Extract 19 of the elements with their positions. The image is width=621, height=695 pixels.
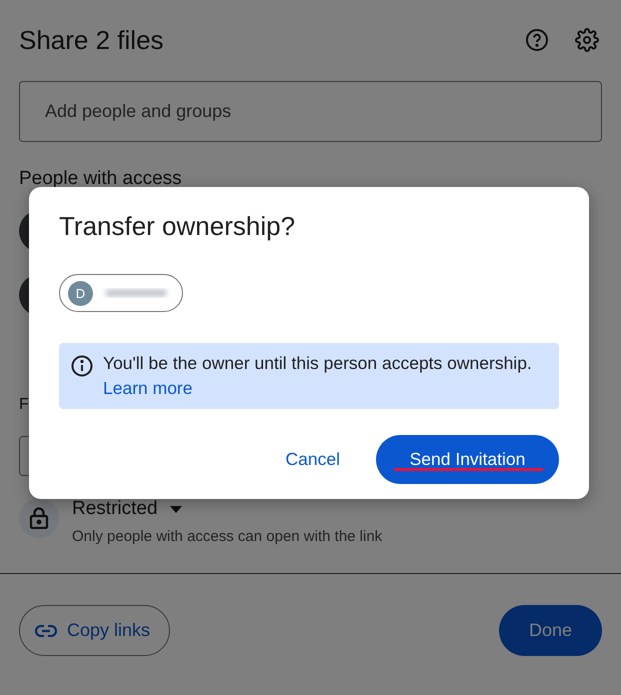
done-button[interactable]: Done (499, 605, 602, 656)
dialog-title: Transfer ownership? (59, 211, 296, 242)
search-field[interactable]: Add people and groups (19, 81, 602, 142)
access-dropdown[interactable]: Restricted (72, 498, 382, 520)
info-text: You'll be the owner until this person accepts ownership. (103, 353, 532, 374)
dialog-title: Share 2 files (19, 24, 165, 56)
caret-icon (170, 506, 182, 512)
row-label: F (19, 396, 30, 414)
lock-icon (19, 498, 59, 538)
section-heading: People with access (19, 168, 183, 190)
learn-more-link[interactable]: Learn more (103, 378, 532, 399)
access-description: Only people with access can open with the link (72, 528, 382, 545)
copy-links-button[interactable]: Copy links (19, 605, 170, 656)
send-button[interactable]: Send Invitation (376, 435, 559, 484)
settings-icon[interactable] (572, 25, 602, 55)
avatar-initial: D (68, 280, 93, 306)
link-icon (35, 624, 57, 636)
info-icon (71, 355, 93, 377)
cancel-button[interactable]: Cancel (266, 435, 360, 484)
